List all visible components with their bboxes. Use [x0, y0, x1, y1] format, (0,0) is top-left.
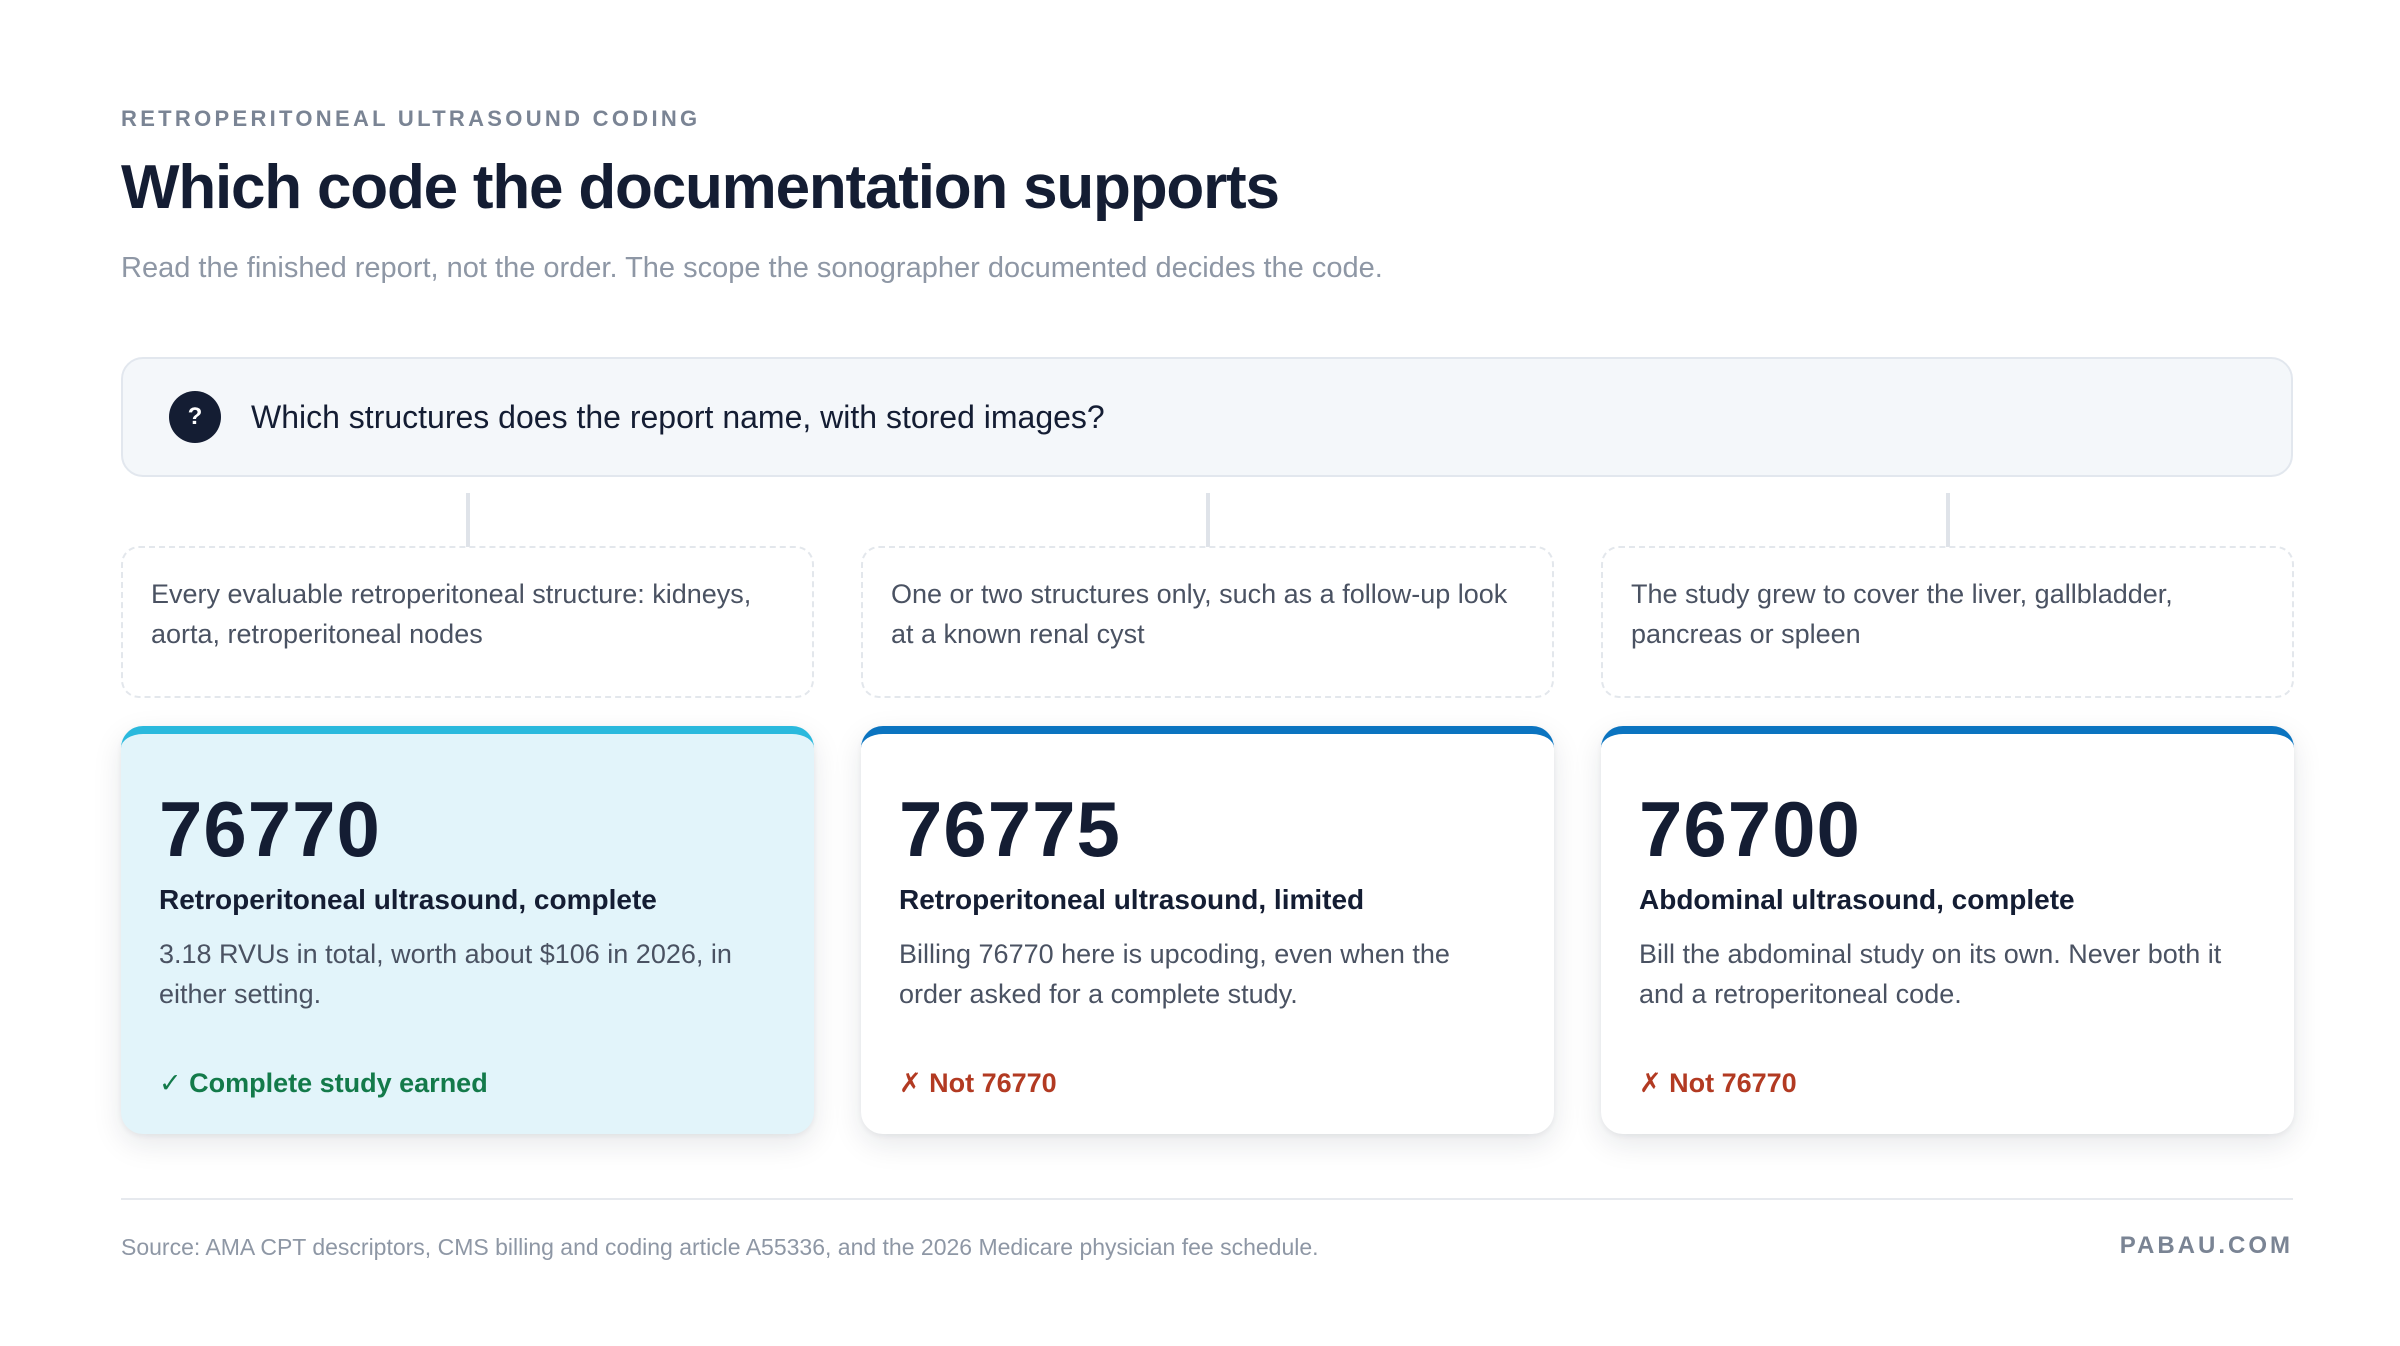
- condition-box-limited: One or two structures only, such as a fo…: [861, 546, 1554, 698]
- footer-divider: [121, 1198, 2293, 1200]
- question-mark-icon: ?: [169, 391, 221, 443]
- code-card-76770: 76770 Retroperitoneal ultrasound, comple…: [121, 726, 814, 1134]
- connector-line: [466, 493, 470, 547]
- code-card-76700: 76700 Abdominal ultrasound, complete Bil…: [1601, 726, 2294, 1134]
- brand-mark: PABAU.COM: [2119, 1232, 2293, 1259]
- code-card-76775: 76775 Retroperitoneal ultrasound, limite…: [861, 726, 1554, 1134]
- page-subtitle: Read the finished report, not the order.…: [121, 252, 1383, 284]
- question-box: ? Which structures does the report name,…: [121, 357, 2293, 477]
- connector-line: [1946, 493, 1950, 547]
- verdict-check: ✓ Complete study earned: [159, 1068, 488, 1098]
- condition-box-abdominal: The study grew to cover the liver, gallb…: [1601, 546, 2294, 698]
- page-title: Which code the documentation supports: [121, 153, 1280, 222]
- question-text: Which structures does the report name, w…: [251, 398, 1105, 435]
- code-title: Retroperitoneal ultrasound, limited: [899, 884, 1365, 915]
- source-note: Source: AMA CPT descriptors, CMS billing…: [121, 1234, 1319, 1260]
- verdict-cross: ✗ Not 76770: [899, 1068, 1057, 1098]
- code-description: 3.18 RVUs in total, worth about $106 in …: [159, 939, 732, 1009]
- eyebrow-label: RETROPERITONEAL ULTRASOUND CODING: [121, 106, 701, 131]
- code-title: Abdominal ultrasound, complete: [1639, 884, 2075, 915]
- cpt-code: 76770: [159, 785, 381, 873]
- verdict-cross: ✗ Not 76770: [1639, 1068, 1797, 1098]
- code-description: Bill the abdominal study on its own. Nev…: [1639, 939, 2222, 1009]
- condition-box-complete: Every evaluable retroperitoneal structur…: [121, 546, 814, 698]
- code-title: Retroperitoneal ultrasound, complete: [159, 884, 657, 915]
- connector-line: [1206, 493, 1210, 547]
- code-description: Billing 76770 here is upcoding, even whe…: [899, 939, 1450, 1009]
- cpt-code: 76700: [1639, 785, 1861, 873]
- cpt-code: 76775: [899, 785, 1121, 873]
